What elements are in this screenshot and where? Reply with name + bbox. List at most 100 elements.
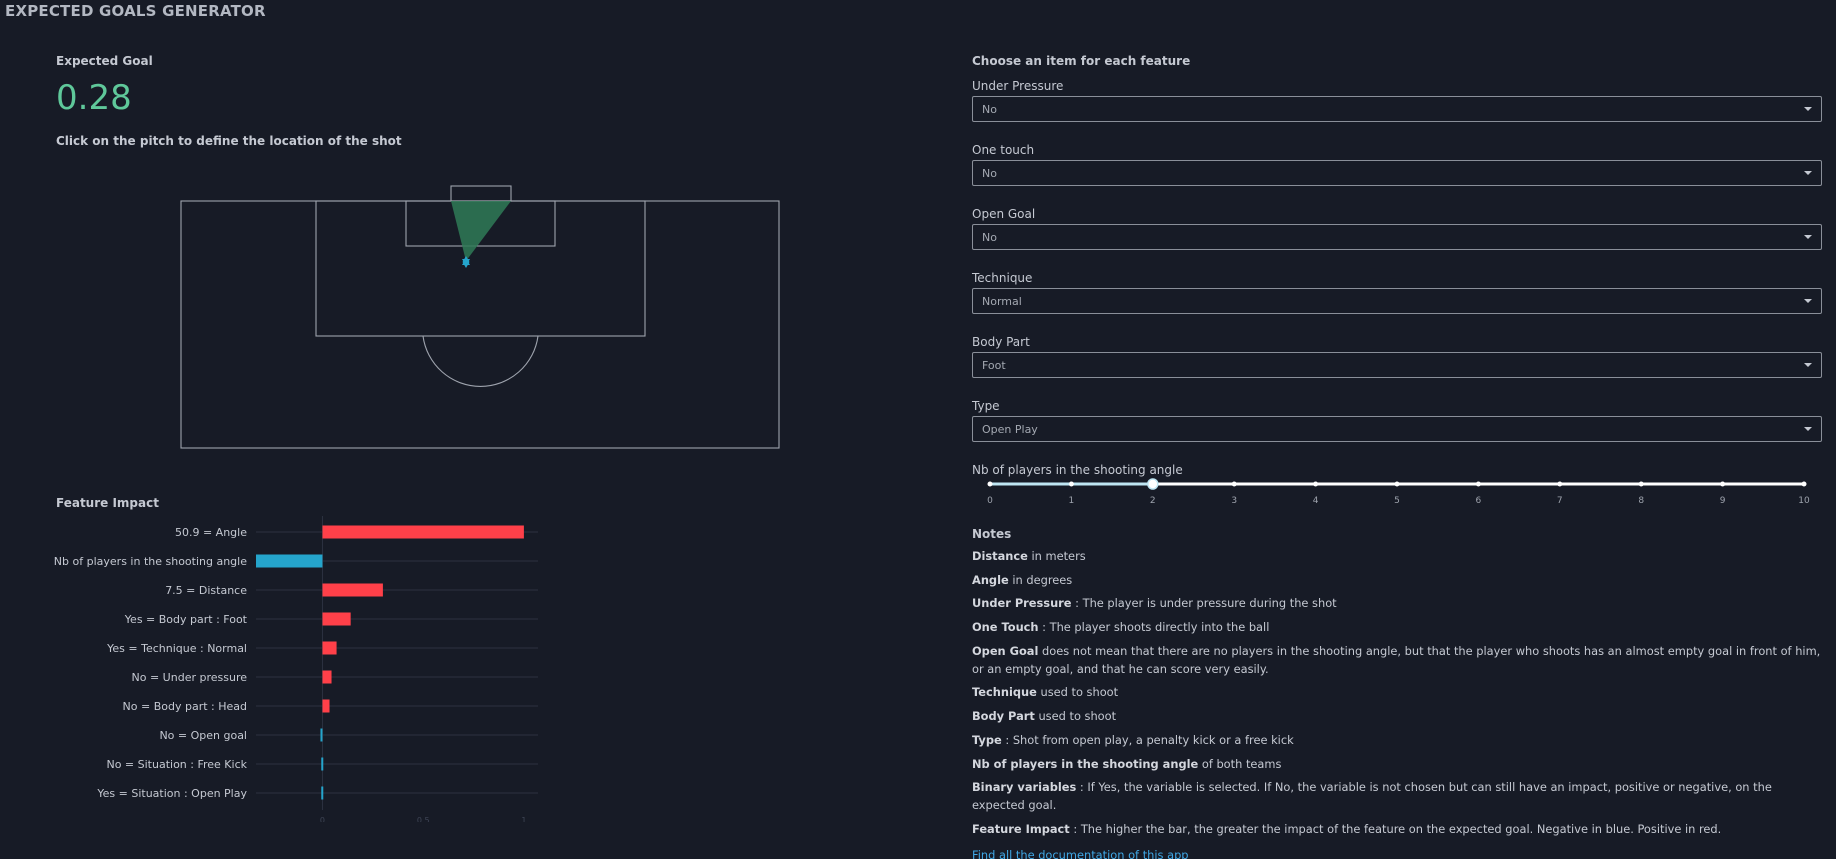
shot-angle-cone bbox=[451, 201, 511, 261]
slider-handle[interactable] bbox=[1147, 478, 1159, 490]
feature-body-part: Body Part Foot bbox=[972, 334, 1822, 378]
type-dropdown[interactable]: Open Play bbox=[972, 416, 1822, 442]
note-term: Feature Impact bbox=[972, 821, 1070, 836]
note-term: Type bbox=[972, 732, 1002, 747]
slider-mark[interactable] bbox=[987, 481, 993, 487]
slider-mark[interactable] bbox=[1231, 481, 1237, 487]
chevron-down-icon[interactable] bbox=[1801, 102, 1815, 116]
note-term: One Touch bbox=[972, 620, 1039, 635]
chevron-down-icon[interactable] bbox=[1801, 230, 1815, 244]
note-item: Distance in meters bbox=[972, 547, 1824, 565]
app-root: EXPECTED GOALS GENERATOR Expected Goal 0… bbox=[0, 0, 1836, 859]
feature-impact-chart: 50.9 = Angle 2 = Nb of players in the sho… bbox=[52, 516, 538, 822]
impact-bar bbox=[322, 583, 383, 597]
note-term: Under Pressure bbox=[972, 596, 1072, 611]
one-touch-value: No bbox=[982, 166, 997, 180]
chevron-down-icon[interactable] bbox=[1801, 422, 1815, 436]
pitch-instruction: Click on the pitch to define the locatio… bbox=[56, 134, 402, 148]
under-pressure-dropdown[interactable]: No bbox=[972, 96, 1822, 122]
feature-label: No = Under pressure bbox=[132, 671, 248, 684]
slider-tick-label: 8 bbox=[1638, 496, 1644, 506]
impact-bar bbox=[322, 641, 337, 655]
x-tick-label: 0 bbox=[320, 816, 325, 822]
note-item: Technique used to shoot bbox=[972, 683, 1824, 701]
note-item: Nb of players in the shooting angle of b… bbox=[972, 755, 1824, 773]
chevron-down-icon[interactable] bbox=[1801, 294, 1815, 308]
feature-under-pressure: Under Pressure No bbox=[972, 78, 1822, 122]
slider-tick-label: 4 bbox=[1313, 496, 1319, 506]
slider-mark[interactable] bbox=[1638, 481, 1644, 487]
penalty-arc bbox=[422, 335, 539, 387]
note-text: in degrees bbox=[1008, 572, 1073, 587]
under-pressure-label: Under Pressure bbox=[972, 79, 1064, 93]
documentation-link[interactable]: Find all the documentation of this app bbox=[972, 848, 1189, 859]
note-term: Body Part bbox=[972, 709, 1035, 724]
feature-label: 7.5 = Distance bbox=[165, 584, 247, 597]
feature-label: No = Body part : Head bbox=[123, 700, 247, 713]
shot-location-marker[interactable] bbox=[462, 256, 470, 268]
slider-mark[interactable] bbox=[1068, 481, 1074, 487]
slider-tick-label: 3 bbox=[1231, 496, 1237, 506]
feature-label: Yes = Situation : Open Play bbox=[96, 787, 247, 800]
slider-tick-label: 7 bbox=[1557, 496, 1563, 506]
note-term: Angle bbox=[972, 572, 1009, 587]
slider-tick-label: 2 bbox=[1150, 496, 1156, 506]
players-slider[interactable]: 0 1 2 3 4 5 6 7 8 9 10 bbox=[972, 474, 1822, 508]
one-touch-dropdown[interactable]: No bbox=[972, 160, 1822, 186]
notes-section: Notes Distance in meters Angle in degree… bbox=[972, 527, 1824, 859]
body-part-dropdown[interactable]: Foot bbox=[972, 352, 1822, 378]
right-panel: Choose an item for each feature Under Pr… bbox=[972, 0, 1824, 859]
note-text: used to shoot bbox=[1034, 709, 1117, 724]
note-item: Feature Impact : The higher the bar, the… bbox=[972, 820, 1824, 838]
slider-tick-label: 6 bbox=[1476, 496, 1482, 506]
feature-one-touch: One touch No bbox=[972, 142, 1822, 186]
features-title: Choose an item for each feature bbox=[972, 54, 1191, 68]
feature-technique: Technique Normal bbox=[972, 270, 1822, 314]
impact-bar bbox=[321, 786, 324, 800]
slider-tick-label: 9 bbox=[1720, 496, 1726, 506]
type-label: Type bbox=[972, 399, 1000, 413]
note-item: Body Part used to shoot bbox=[972, 707, 1824, 725]
chevron-down-icon[interactable] bbox=[1801, 166, 1815, 180]
note-text: of both teams bbox=[1198, 756, 1282, 771]
open-goal-dropdown[interactable]: No bbox=[972, 224, 1822, 250]
goal bbox=[450, 185, 512, 202]
slider-tick-label: 10 bbox=[1798, 496, 1810, 506]
note-text: : The player is under pressure during th… bbox=[1071, 596, 1337, 611]
feature-label: Yes = Body part : Foot bbox=[124, 613, 248, 626]
slider-mark[interactable] bbox=[1557, 481, 1563, 487]
left-panel: Expected Goal 0.28 Click on the pitch to… bbox=[52, 0, 956, 859]
slider-mark[interactable] bbox=[1394, 481, 1400, 487]
note-term: Distance bbox=[972, 549, 1028, 563]
body-part-label: Body Part bbox=[972, 335, 1030, 349]
note-term: Binary variables bbox=[972, 780, 1077, 795]
open-goal-value: No bbox=[982, 230, 997, 244]
feature-label: Yes = Technique : Normal bbox=[106, 642, 247, 655]
feature-impact-title: Feature Impact bbox=[56, 496, 159, 510]
x-tick-label: 0.5 bbox=[417, 816, 430, 822]
feature-open-goal: Open Goal No bbox=[972, 206, 1822, 250]
slider-tick-label: 0 bbox=[987, 496, 993, 506]
body-part-value: Foot bbox=[982, 358, 1006, 372]
slider-mark[interactable] bbox=[1313, 481, 1319, 487]
football-pitch[interactable] bbox=[180, 180, 780, 452]
technique-value: Normal bbox=[982, 294, 1022, 308]
slider-mark[interactable] bbox=[1720, 481, 1726, 487]
note-term: Nb of players in the shooting angle bbox=[972, 756, 1199, 771]
note-text: used to shoot bbox=[1036, 685, 1119, 700]
feature-type: Type Open Play bbox=[972, 398, 1822, 442]
chevron-down-icon[interactable] bbox=[1801, 358, 1815, 372]
slider-mark[interactable] bbox=[1801, 481, 1807, 487]
note-text: in meters bbox=[1027, 549, 1086, 563]
note-text: : If Yes, the variable is selected. If N… bbox=[972, 780, 1772, 813]
technique-dropdown[interactable]: Normal bbox=[972, 288, 1822, 314]
note-item: Under Pressure : The player is under pre… bbox=[972, 594, 1824, 612]
note-text: : Shot from open play, a penalty kick or… bbox=[1001, 732, 1294, 747]
impact-bar bbox=[256, 554, 323, 568]
one-touch-label: One touch bbox=[972, 143, 1035, 157]
note-term: Open Goal bbox=[972, 643, 1039, 658]
slider-mark[interactable] bbox=[1475, 481, 1481, 487]
open-goal-label: Open Goal bbox=[972, 207, 1036, 221]
note-item: Binary variables : If Yes, the variable … bbox=[972, 778, 1824, 814]
impact-bar bbox=[320, 728, 323, 742]
